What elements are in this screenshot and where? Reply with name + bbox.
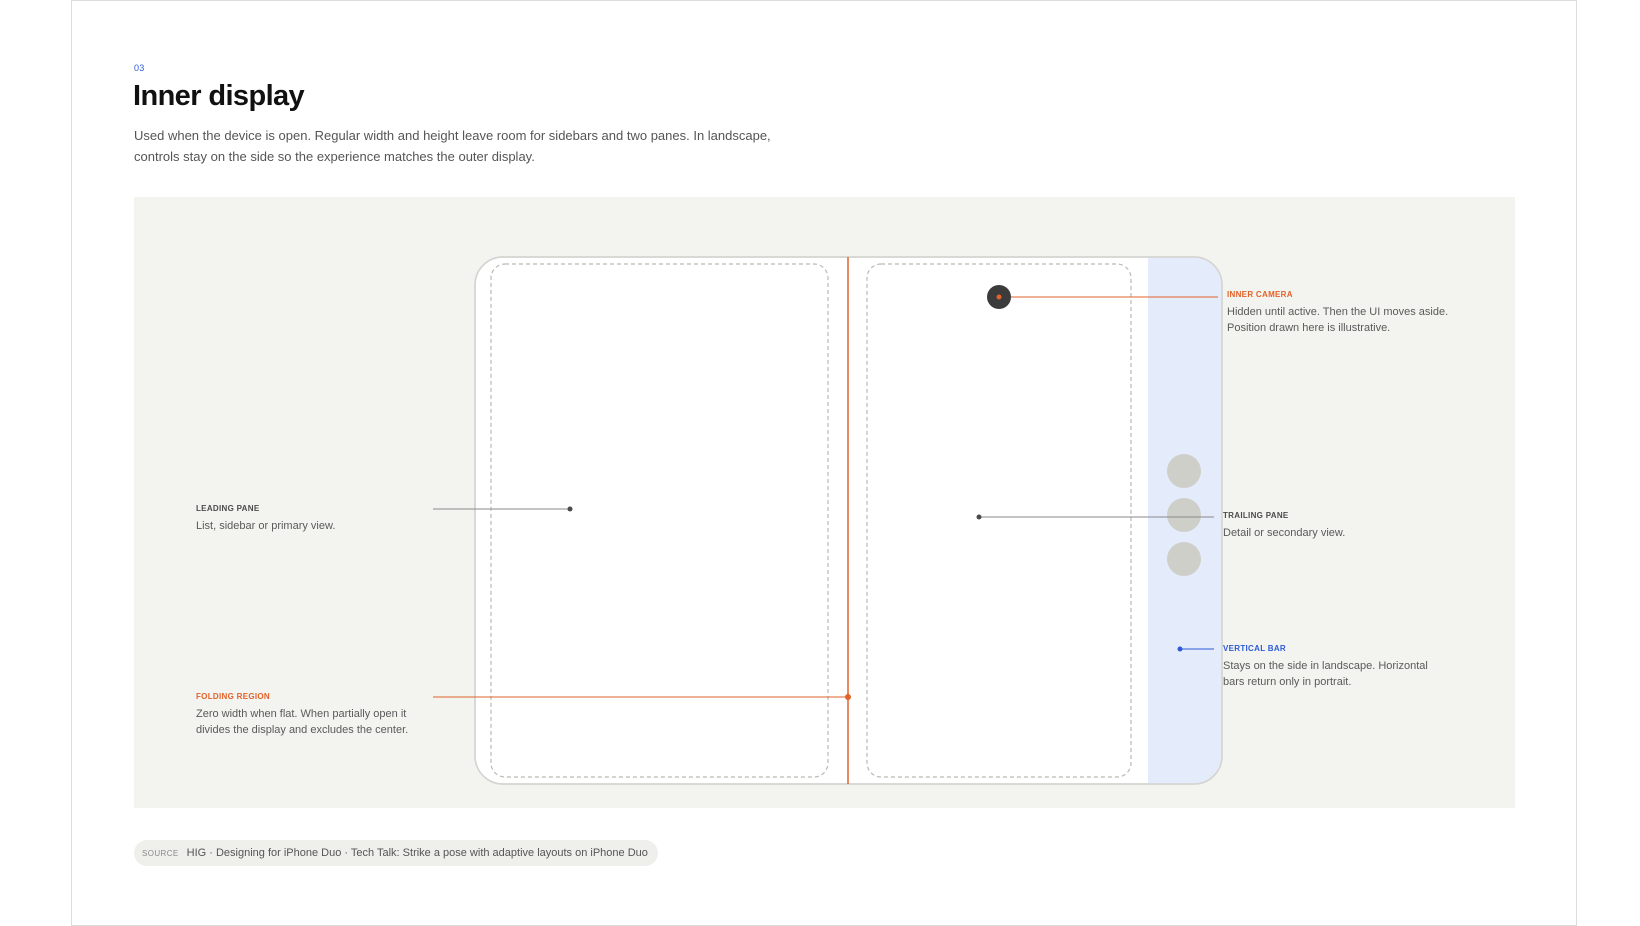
- diagram-stage: LEADING PANE List, sidebar or primary vi…: [134, 197, 1515, 808]
- annotation-title: LEADING PANE: [196, 504, 260, 513]
- annotation-body: Detail or secondary view.: [1223, 527, 1346, 539]
- annotation-title: INNER CAMERA: [1227, 290, 1293, 299]
- circle-button-icon: [1167, 498, 1201, 532]
- annotation-body: Stays on the side in landscape. Horizont…: [1223, 660, 1428, 688]
- annotation-vertical-bar: VERTICAL BAR Stays on the side in landsc…: [1223, 643, 1438, 690]
- source-tag: SOURCE: [142, 848, 179, 858]
- annotation-leading-pane: LEADING PANE List, sidebar or primary vi…: [196, 503, 426, 534]
- source-citation: SOURCE HIG · Designing for iPhone Duo · …: [134, 840, 658, 866]
- annotation-body: Zero width when flat. When partially ope…: [196, 708, 409, 736]
- circle-button-icon: [1167, 542, 1201, 576]
- annotation-trailing-pane: TRAILING PANE Detail or secondary view.: [1223, 510, 1458, 541]
- page-title: Inner display: [133, 80, 305, 112]
- annotation-body: Hidden until active. Then the UI moves a…: [1227, 306, 1449, 334]
- circle-button-icon: [1167, 454, 1201, 488]
- annotation-title: FOLDING REGION: [196, 692, 270, 701]
- annotation-folding-region: FOLDING REGION Zero width when flat. Whe…: [196, 691, 426, 738]
- page-description: Used when the device is open. Regular wi…: [134, 128, 771, 164]
- section-number: 03: [134, 63, 145, 73]
- annotation-title: VERTICAL BAR: [1223, 644, 1287, 653]
- annotation-body: List, sidebar or primary view.: [196, 520, 336, 532]
- annotation-inner-camera: INNER CAMERA Hidden until active. Then t…: [1227, 289, 1462, 336]
- source-text: HIG · Designing for iPhone Duo · Tech Ta…: [186, 847, 648, 859]
- annotation-title: TRAILING PANE: [1223, 511, 1289, 520]
